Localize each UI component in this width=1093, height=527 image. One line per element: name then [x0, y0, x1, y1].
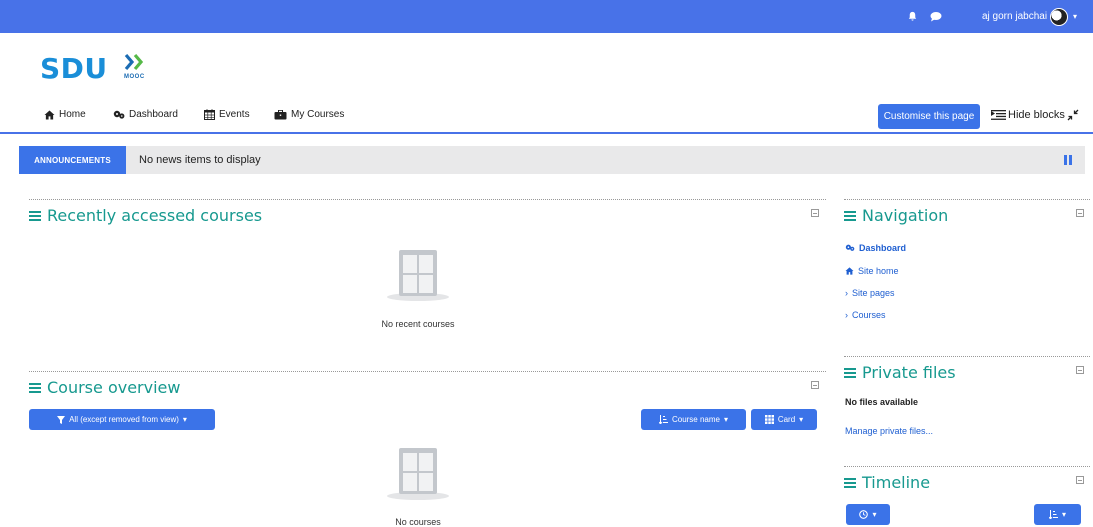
logo-chevrons-icon	[124, 53, 144, 71]
filter-icon	[57, 415, 66, 424]
chevron-down-icon: ▾	[182, 415, 187, 424]
sort-icon	[1048, 510, 1058, 519]
logo-subtext: MOOC	[124, 74, 145, 80]
collapse-icon[interactable]	[1076, 209, 1084, 217]
user-name[interactable]: aj gorn jabchai	[982, 11, 1047, 22]
timeline-block: Timeline ▾ ▾	[844, 466, 1090, 527]
hamburger-icon[interactable]	[29, 210, 41, 221]
course-overview-block: Course overview All (except removed from…	[29, 371, 826, 527]
private-files-title: Private files	[844, 363, 956, 382]
navigation-title: Navigation	[844, 206, 948, 225]
nav-events-label: Events	[219, 109, 250, 120]
announcements-bar: ANNOUNCEMENTS No news items to display	[19, 146, 1085, 174]
hamburger-icon[interactable]	[844, 367, 856, 378]
grid-icon	[764, 415, 774, 424]
chat-icon[interactable]	[930, 11, 942, 25]
customise-page-button[interactable]: Customise this page	[878, 104, 980, 129]
nav-link-site-pages[interactable]: › Site pages	[845, 288, 895, 298]
collapse-icon[interactable]	[1076, 476, 1084, 484]
nav-link-dashboard-label: Dashboard	[859, 243, 907, 253]
announcements-label: ANNOUNCEMENTS	[19, 146, 126, 174]
recent-courses-heading: Recently accessed courses	[47, 206, 263, 225]
chevron-down-icon: ▾	[724, 415, 729, 424]
nav-events[interactable]: Events	[204, 109, 250, 120]
recent-courses-title: Recently accessed courses	[29, 206, 262, 225]
user-menu-chevron-down-icon[interactable]: ▾	[1073, 12, 1077, 21]
chevron-down-icon: ▾	[872, 510, 877, 519]
nav-link-site-pages-label: Site pages	[852, 288, 895, 298]
chevron-down-icon: ▾	[1061, 510, 1066, 519]
filter-label: All (except removed from view)	[69, 415, 179, 424]
chevron-down-icon: ▾	[799, 415, 804, 424]
sort-label: Course name	[671, 415, 720, 424]
empty-courses-icon	[399, 250, 437, 296]
private-files-heading: Private files	[862, 363, 956, 382]
manage-private-files-link[interactable]: Manage private files...	[845, 426, 933, 436]
timeline-title: Timeline	[844, 473, 930, 492]
collapse-icon[interactable]	[1076, 366, 1084, 374]
nav-my-courses-label: My Courses	[291, 109, 345, 120]
hamburger-icon[interactable]	[844, 210, 856, 221]
announcements-text: No news items to display	[139, 154, 261, 166]
no-courses-text: No courses	[395, 517, 441, 527]
nav-link-courses[interactable]: › Courses	[845, 310, 886, 320]
nav-link-dashboard[interactable]: Dashboard	[845, 243, 906, 253]
hamburger-icon[interactable]	[29, 382, 41, 393]
filter-dropdown-button[interactable]: All (except removed from view) ▾	[29, 409, 215, 430]
nav-divider	[0, 132, 1093, 134]
view-label: Card	[777, 415, 796, 424]
course-overview-title: Course overview	[29, 378, 180, 397]
empty-courses-icon	[399, 448, 437, 494]
view-dropdown-button[interactable]: Card ▾	[751, 409, 817, 430]
nav-home[interactable]: Home	[44, 109, 86, 120]
site-logo[interactable]: SDU MOOC	[40, 52, 144, 85]
nav-link-site-home-label: Site home	[858, 266, 899, 276]
indent-icon	[991, 110, 1006, 120]
hide-blocks-label: Hide blocks	[1008, 109, 1065, 121]
navigation-heading: Navigation	[862, 206, 949, 225]
compress-icon[interactable]	[1067, 109, 1079, 124]
timeline-heading: Timeline	[862, 473, 931, 492]
logo-text: SDU	[40, 52, 108, 85]
home-icon	[845, 267, 854, 275]
no-files-text: No files available	[845, 397, 919, 407]
sort-icon	[658, 415, 668, 424]
top-navbar: aj gorn jabchai ▾	[0, 0, 1093, 33]
chevron-right-icon: ›	[845, 310, 848, 320]
nav-dashboard[interactable]: Dashboard	[113, 109, 178, 120]
dashboard-icon	[113, 110, 125, 119]
pause-icon[interactable]	[1063, 155, 1073, 165]
briefcase-icon	[274, 109, 287, 119]
timeline-filter-button[interactable]: ▾	[846, 504, 890, 525]
nav-link-courses-label: Courses	[852, 310, 886, 320]
nav-my-courses[interactable]: My Courses	[274, 109, 344, 120]
timeline-sort-button[interactable]: ▾	[1034, 504, 1081, 525]
hamburger-icon[interactable]	[844, 477, 856, 488]
clock-icon	[859, 510, 869, 519]
chevron-right-icon: ›	[845, 288, 848, 298]
no-recent-courses-text: No recent courses	[381, 319, 455, 329]
collapse-icon[interactable]	[811, 381, 819, 389]
avatar[interactable]	[1050, 8, 1068, 26]
home-icon	[44, 109, 55, 120]
hide-blocks-button[interactable]: Hide blocks	[991, 109, 1065, 121]
sort-dropdown-button[interactable]: Course name ▾	[641, 409, 746, 430]
bell-icon[interactable]	[907, 11, 918, 25]
nav-home-label: Home	[59, 109, 86, 120]
dashboard-icon	[845, 244, 855, 251]
nav-link-site-home[interactable]: Site home	[845, 266, 899, 276]
nav-dashboard-label: Dashboard	[129, 109, 178, 120]
recent-courses-block: Recently accessed courses No recent cour…	[29, 199, 826, 359]
collapse-icon[interactable]	[811, 209, 819, 217]
course-overview-heading: Course overview	[47, 378, 181, 397]
calendar-icon	[204, 109, 215, 120]
